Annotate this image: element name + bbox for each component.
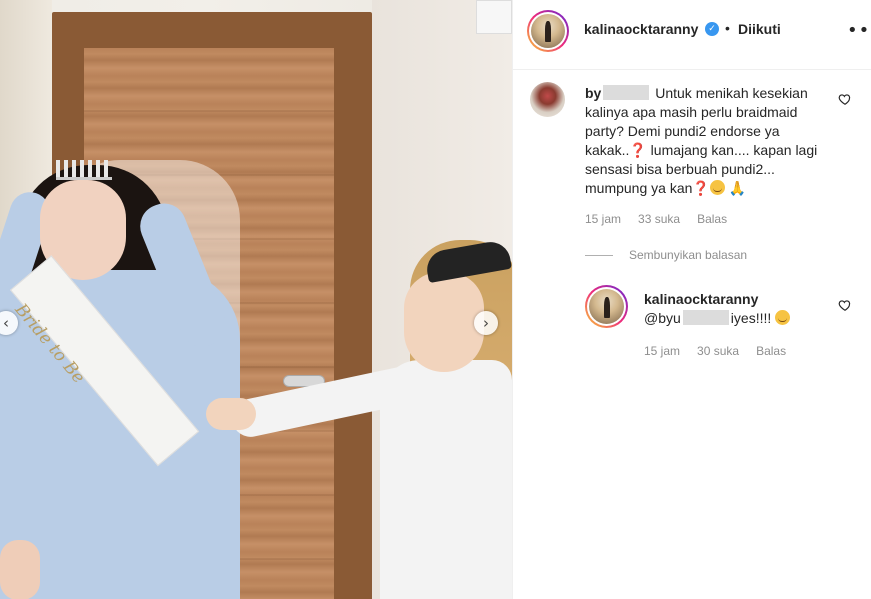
reply-likes[interactable]: 30 suka xyxy=(697,344,739,358)
header-separator: • xyxy=(725,20,730,36)
comment-like-heart-icon[interactable] xyxy=(838,92,852,106)
comment-time[interactable]: 15 jam xyxy=(585,212,621,226)
post-photo[interactable]: Bride to Be ‹ › xyxy=(0,0,512,599)
comment-likes[interactable]: 33 suka xyxy=(638,212,680,226)
hide-replies-line xyxy=(585,255,613,256)
hide-replies-button[interactable]: Sembunyikan balasan xyxy=(629,248,747,262)
chevron-right-icon: › xyxy=(483,313,489,332)
author-username[interactable]: kalinaocktaranny xyxy=(584,21,698,37)
comment-reply-button[interactable]: Balas xyxy=(697,212,727,226)
question-mark-emoji: ❓ xyxy=(629,142,647,158)
reply-body: iyes!!!! xyxy=(730,310,776,326)
reply-text: @byu iyes!!!! xyxy=(644,310,791,326)
reply-mention[interactable]: @byu xyxy=(644,310,681,326)
reply-username[interactable]: kalinaocktaranny xyxy=(644,291,758,307)
photo-woman-top xyxy=(380,360,512,599)
comment-meta: 15 jam 33 suka Balas xyxy=(585,212,727,226)
photo-tiara xyxy=(56,160,112,180)
reply-like-heart-icon[interactable] xyxy=(838,298,852,312)
reply-time[interactable]: 15 jam xyxy=(644,344,680,358)
post-header: kalinaocktaranny ✓ • Diikuti ••• xyxy=(513,0,871,70)
smiling-emoji-icon xyxy=(709,180,725,195)
reply-avatar-image xyxy=(589,289,624,324)
reply-meta: 15 jam 30 suka Balas xyxy=(644,344,786,358)
mention-blur xyxy=(682,310,729,325)
carousel-next-button[interactable]: › xyxy=(474,311,498,335)
instagram-post: Bride to Be ‹ › kalinaocktaranny ✓ • Dii… xyxy=(0,0,871,599)
photo-woman-face xyxy=(404,272,484,372)
comments-panel: kalinaocktaranny ✓ • Diikuti ••• by Untu… xyxy=(512,0,871,599)
commenter-username[interactable]: by xyxy=(585,85,601,101)
follow-status-button[interactable]: Diikuti xyxy=(738,21,781,37)
smiling-emoji-icon-reply xyxy=(775,310,791,325)
author-avatar-image xyxy=(531,14,565,48)
reply-reply-button[interactable]: Balas xyxy=(756,344,786,358)
photo-air-conditioner xyxy=(476,0,512,34)
username-blur xyxy=(603,85,650,100)
comment-text: by Untuk menikah kesekian kalinya apa ma… xyxy=(585,84,825,199)
chevron-left-icon: ‹ xyxy=(3,313,9,332)
commenter-avatar[interactable] xyxy=(530,82,565,117)
question-mark-emoji-2: ❓ xyxy=(692,180,710,196)
verified-badge-icon: ✓ xyxy=(705,22,719,36)
more-options-icon[interactable]: ••• xyxy=(847,20,871,41)
photo-woman-hand xyxy=(206,398,256,430)
photo-hand-bottom-left xyxy=(0,540,40,599)
author-avatar[interactable] xyxy=(527,10,569,52)
reply-author-avatar[interactable] xyxy=(585,285,628,328)
praying-hands-emoji-icon: 🙏 xyxy=(728,181,747,197)
